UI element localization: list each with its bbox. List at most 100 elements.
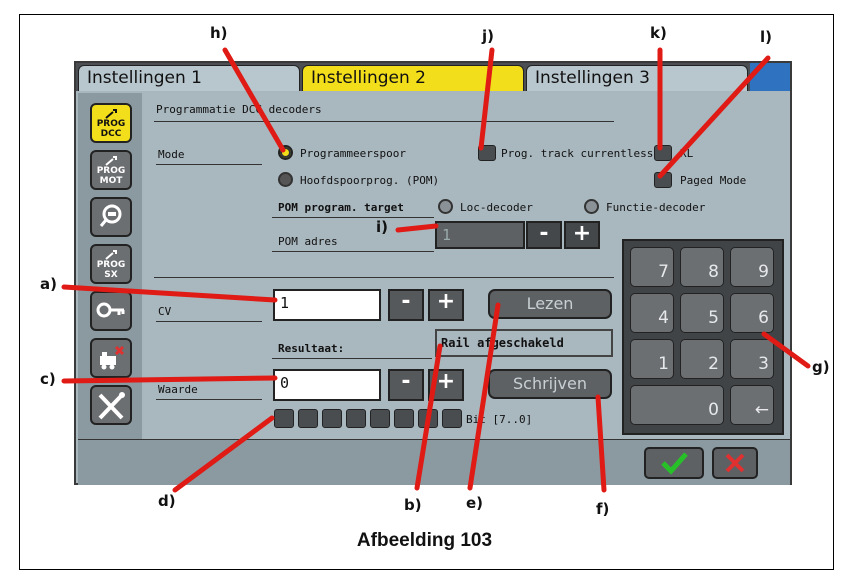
wrench-icon xyxy=(105,250,117,260)
write-button[interactable]: Schrijven xyxy=(488,369,612,399)
mode-label: Mode xyxy=(158,148,185,161)
title-underline xyxy=(154,121,614,122)
radio-pom-label: Hoofdspoorprog. (POM) xyxy=(300,174,440,187)
radio-programmeerspoor[interactable] xyxy=(278,145,293,160)
sidebar-item-label: PROG SX xyxy=(96,260,126,280)
read-button[interactable]: Lezen xyxy=(488,289,612,319)
numeric-keypad: 7 8 9 4 5 6 1 2 3 0 ← xyxy=(622,239,784,435)
result-display: Rail afgeschakeld xyxy=(435,329,613,357)
tab-bar: Instellingen 1 Instellingen 2 Instelling… xyxy=(76,63,790,91)
key-4[interactable]: 4 xyxy=(630,293,674,333)
value-label: Waarde xyxy=(158,383,198,396)
bit-6[interactable] xyxy=(298,409,318,428)
cv-minus-button[interactable]: - xyxy=(388,289,424,321)
callout-i: i) xyxy=(376,218,388,236)
bit-2[interactable] xyxy=(394,409,414,428)
cv-label: CV xyxy=(158,305,172,318)
pom-target-label: POM program. target xyxy=(278,201,404,214)
cv-plus-button[interactable]: + xyxy=(428,289,464,321)
pom-target-underline xyxy=(272,217,434,218)
sidebar-item-tools[interactable] xyxy=(90,385,132,425)
checkbox-currentless-label: Prog. track currentless xyxy=(501,147,654,160)
checkbox-paged-mode-label: Paged Mode xyxy=(680,174,747,187)
callout-g: g) xyxy=(812,358,830,376)
tab-instellingen-1[interactable]: Instellingen 1 xyxy=(78,65,300,91)
loco-delete-icon xyxy=(100,345,125,370)
callout-h: h) xyxy=(210,24,228,42)
check-icon xyxy=(661,452,688,475)
sidebar-item-label: PROG MOT xyxy=(96,166,126,186)
sidebar: PROG DCC PROG MOT PROG SX xyxy=(78,93,142,439)
callout-e: e) xyxy=(466,494,484,512)
sidebar-item-label: PROG DCC xyxy=(96,119,126,139)
radio-loc-decoder-label: Loc-decoder xyxy=(460,201,533,214)
mode-underline xyxy=(156,164,262,165)
value-input[interactable]: 0 xyxy=(273,369,381,401)
pom-address-minus-button[interactable]: - xyxy=(526,221,562,249)
callout-d: d) xyxy=(158,492,176,510)
sidebar-item-prog-dcc[interactable]: PROG DCC xyxy=(90,103,132,143)
pom-address-label: POM adres xyxy=(278,235,338,248)
callout-c: c) xyxy=(40,370,56,388)
key-icon xyxy=(96,302,125,318)
result-underline xyxy=(272,358,432,359)
radio-functie-decoder-label: Functie-decoder xyxy=(606,201,706,214)
key-1[interactable]: 1 xyxy=(630,339,674,379)
tab-instellingen-2[interactable]: Instellingen 2 xyxy=(302,65,524,91)
magnifier-loco-icon xyxy=(99,204,122,227)
key-2[interactable]: 2 xyxy=(680,339,724,379)
bit-7[interactable] xyxy=(274,409,294,428)
result-label: Resultaat: xyxy=(278,342,345,355)
bit-4[interactable] xyxy=(346,409,366,428)
sidebar-item-prog-sx[interactable]: PROG SX xyxy=(90,244,132,284)
radio-pom[interactable] xyxy=(278,172,293,187)
key-3[interactable]: 3 xyxy=(730,339,774,379)
bottom-bar xyxy=(78,439,790,485)
separator-line xyxy=(154,277,614,278)
radio-functie-decoder[interactable] xyxy=(584,199,599,214)
bit-0[interactable] xyxy=(442,409,462,428)
key-5[interactable]: 5 xyxy=(680,293,724,333)
pom-address-input[interactable]: 1 xyxy=(435,221,525,249)
wrench-icon xyxy=(105,109,117,119)
panel-title: Programmatie DCC decoders xyxy=(156,103,322,116)
key-9[interactable]: 9 xyxy=(730,247,774,287)
device-screen: Instellingen 1 Instellingen 2 Instelling… xyxy=(74,61,792,485)
callout-k: k) xyxy=(650,24,667,42)
callout-f: f) xyxy=(596,500,610,518)
callout-a: a) xyxy=(40,275,57,293)
value-underline xyxy=(156,399,262,400)
confirm-button[interactable] xyxy=(644,447,704,479)
key-6[interactable]: 6 xyxy=(730,293,774,333)
tools-icon xyxy=(98,392,125,420)
bit-range-label: Bit [7..0] xyxy=(466,413,533,426)
checkbox-xl[interactable] xyxy=(654,145,672,161)
checkbox-currentless[interactable] xyxy=(478,145,496,161)
value-minus-button[interactable]: - xyxy=(388,369,424,401)
radio-programmeerspoor-label: Programmeerspoor xyxy=(300,147,406,160)
callout-b: b) xyxy=(404,496,422,514)
wrench-icon xyxy=(105,156,117,166)
callout-j: j) xyxy=(482,27,494,45)
key-8[interactable]: 8 xyxy=(680,247,724,287)
sidebar-item-prog-mot[interactable]: PROG MOT xyxy=(90,150,132,190)
checkbox-paged-mode[interactable] xyxy=(654,172,672,188)
cancel-button[interactable] xyxy=(712,447,758,479)
sidebar-item-key[interactable] xyxy=(90,291,132,331)
key-0[interactable]: 0 xyxy=(630,385,724,425)
bit-5[interactable] xyxy=(322,409,342,428)
sidebar-item-loco-delete[interactable] xyxy=(90,338,132,378)
cv-input[interactable]: 1 xyxy=(273,289,381,321)
tab-instellingen-3[interactable]: Instellingen 3 xyxy=(526,65,748,91)
bit-3[interactable] xyxy=(370,409,390,428)
radio-loc-decoder[interactable] xyxy=(438,199,453,214)
pom-address-underline xyxy=(272,251,434,252)
pom-address-plus-button[interactable]: + xyxy=(564,221,600,249)
figure-caption: Afbeelding 103 xyxy=(356,530,493,551)
value-plus-button[interactable]: + xyxy=(428,369,464,401)
key-backspace[interactable]: ← xyxy=(730,385,774,425)
bit-1[interactable] xyxy=(418,409,438,428)
checkbox-xl-label: XL xyxy=(680,147,694,160)
sidebar-item-loco-search[interactable] xyxy=(90,197,132,237)
key-7[interactable]: 7 xyxy=(630,247,674,287)
